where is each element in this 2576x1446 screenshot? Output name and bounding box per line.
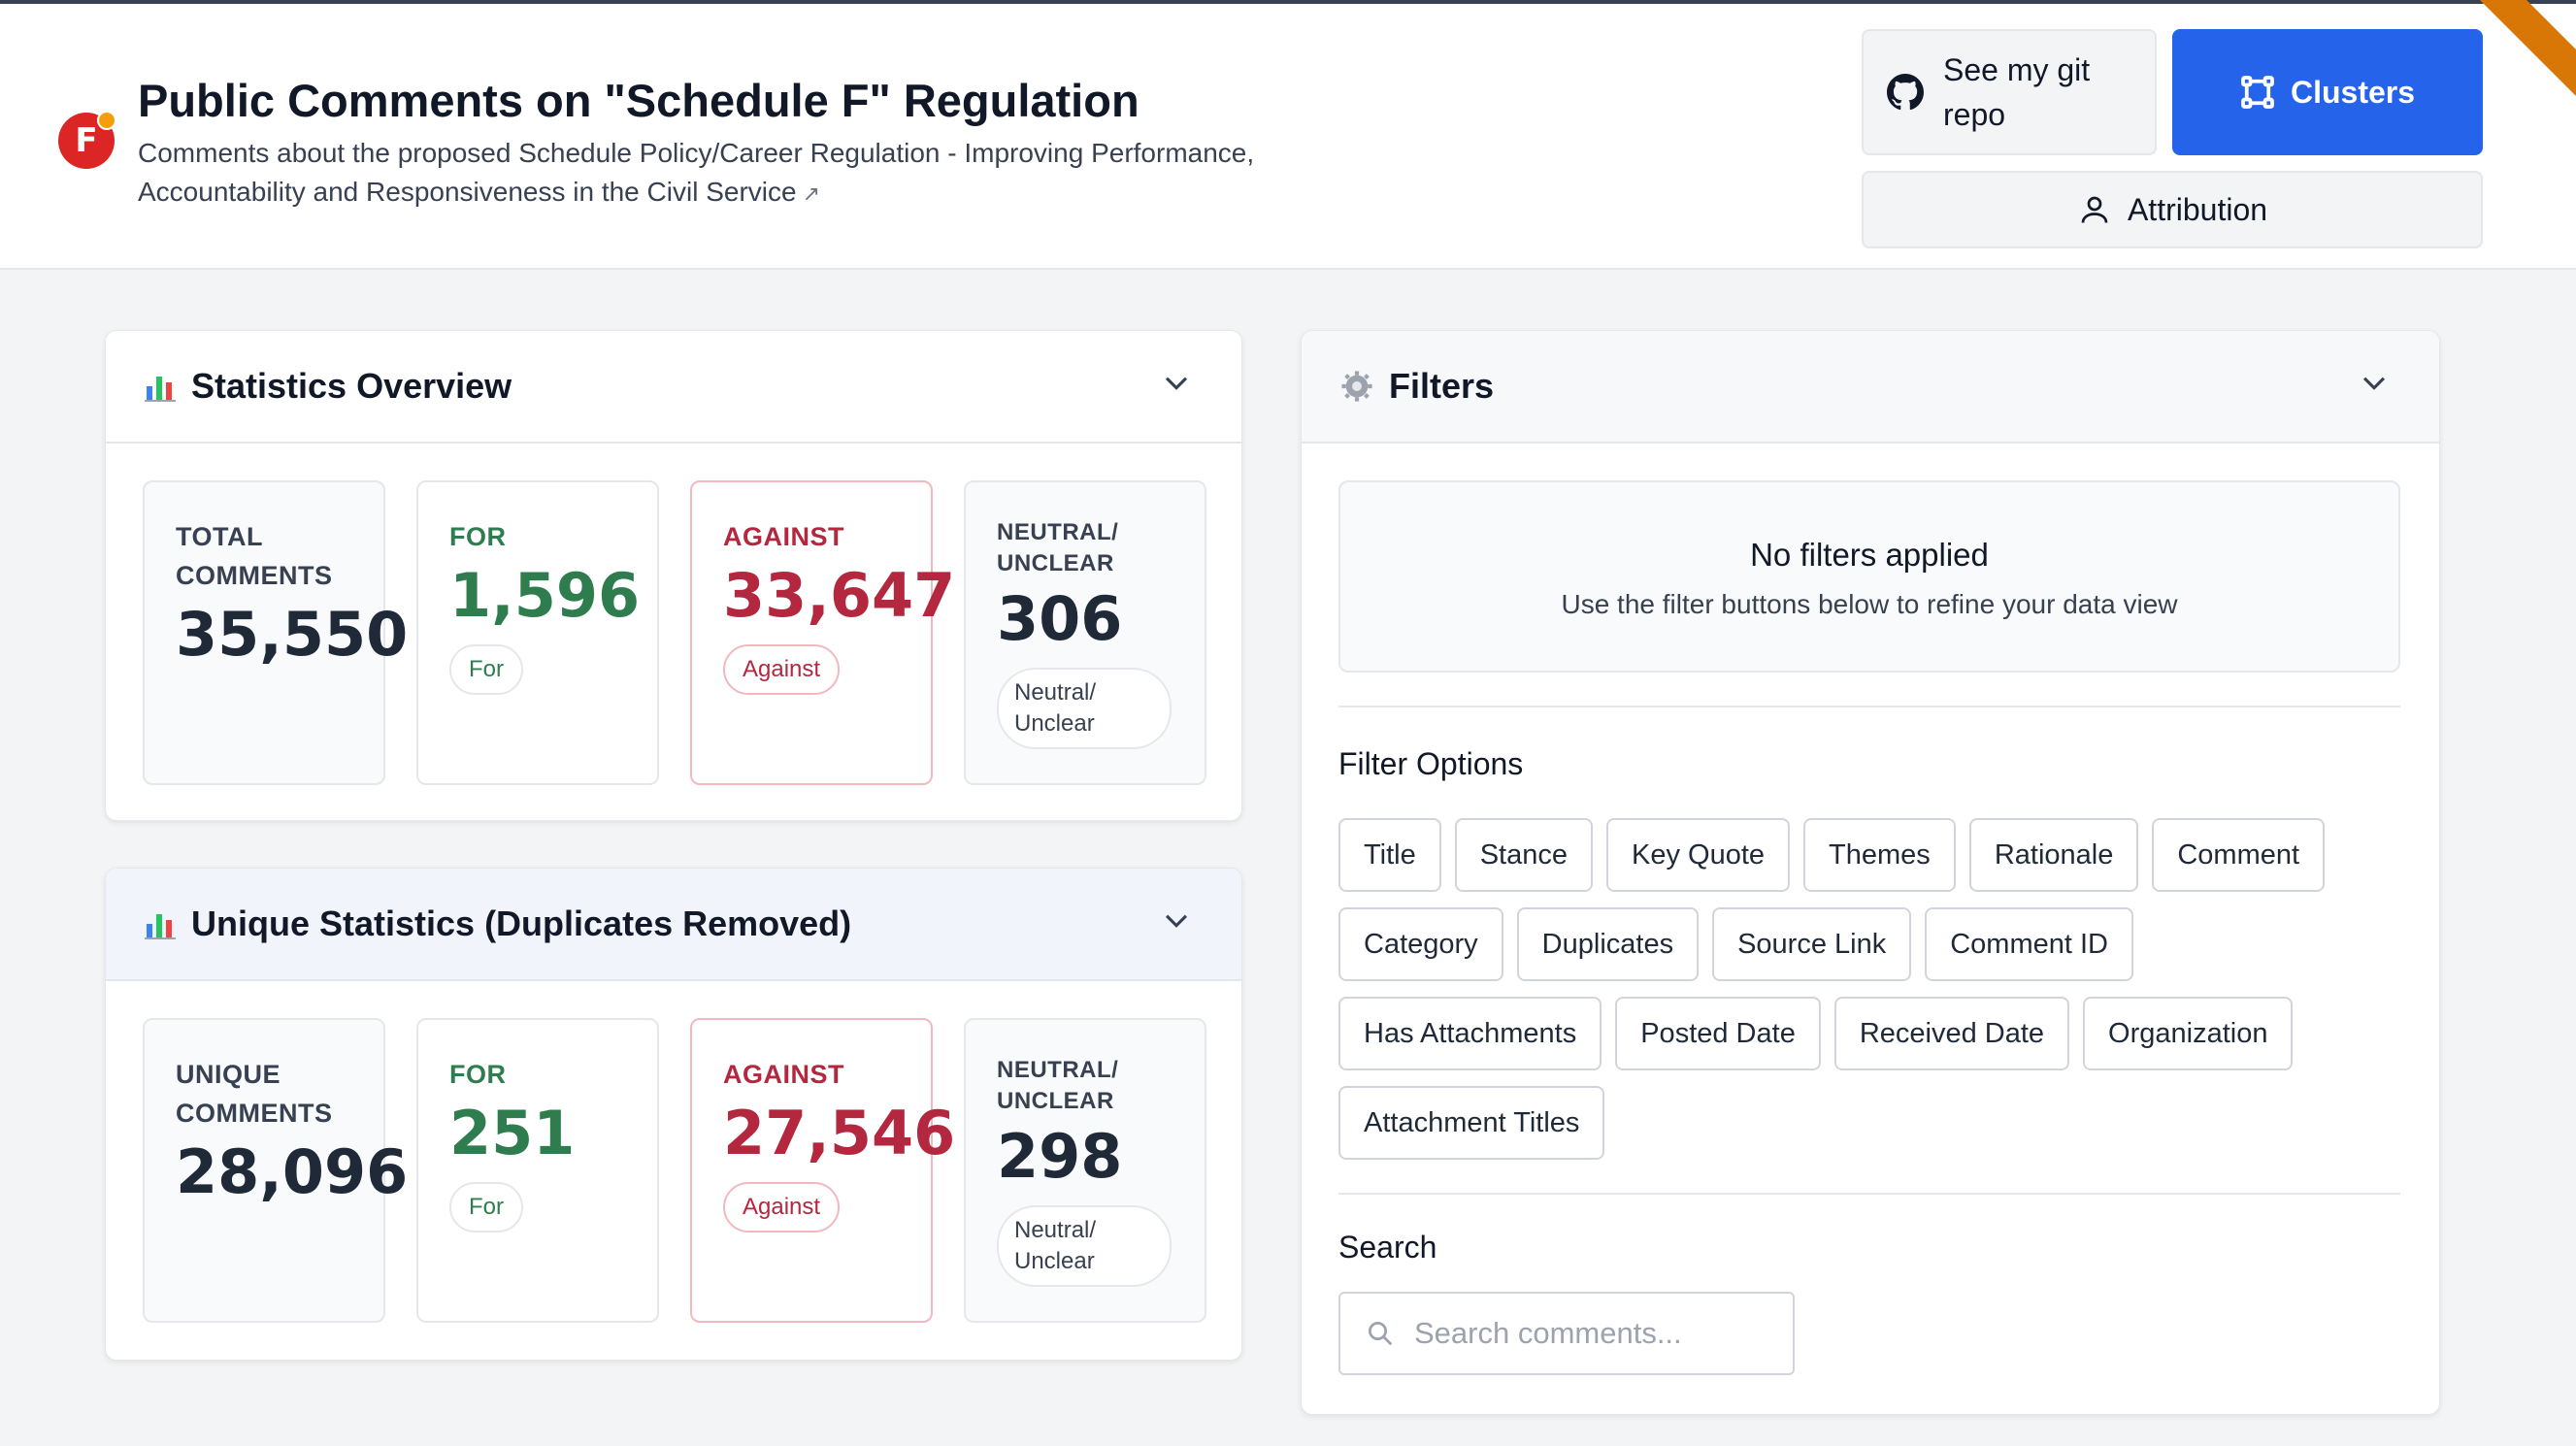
- stat-value: 27,546: [723, 1098, 956, 1168]
- for-stat: FOR 1,596 For: [416, 480, 659, 785]
- stat-label: FOR: [449, 1060, 507, 1089]
- filter-chip-comment-id[interactable]: Comment ID: [1925, 907, 2133, 981]
- unique-statistics-title: Unique Statistics (Duplicates Removed): [191, 904, 852, 943]
- filter-chip-themes[interactable]: Themes: [1803, 818, 1956, 892]
- page-header: F Public Comments on "Schedule F" Regula…: [0, 4, 2576, 270]
- attribution-button-label: Attribution: [2127, 191, 2268, 227]
- against-stat: AGAINST 33,647 Against: [690, 480, 956, 785]
- logo-letter: F: [75, 121, 98, 160]
- filter-chip-source-link[interactable]: Source Link: [1712, 907, 1912, 981]
- corner-ribbon[interactable]: [2469, 0, 2576, 107]
- stat-label: TOTAL COMMENTS: [176, 522, 333, 590]
- against-badge: Against: [723, 1182, 841, 1232]
- filters-title: Filters: [1389, 366, 1495, 406]
- statistics-overview-card: Statistics Overview TOTAL COMMENTS 35,55…: [105, 330, 1242, 821]
- filter-chip-posted-date[interactable]: Posted Date: [1615, 997, 1821, 1070]
- stat-label: AGAINST: [723, 1060, 844, 1089]
- page-subtitle[interactable]: Comments about the proposed Schedule Pol…: [138, 134, 1341, 214]
- git-button-label: See my git repo: [1943, 52, 2091, 132]
- filter-chip-received-date[interactable]: Received Date: [1833, 997, 2070, 1070]
- for-badge: For: [449, 1182, 523, 1232]
- search-icon: [1369, 1322, 1393, 1346]
- filter-chip-comment[interactable]: Comment: [2152, 818, 2326, 892]
- filters-card: Filters No filters applied Use the filte…: [1301, 330, 2440, 1415]
- neutral-badge: Neutral/ Unclear: [997, 1205, 1172, 1287]
- no-filters-heading: No filters applied: [1750, 537, 1989, 573]
- filter-chip-stance[interactable]: Stance: [1454, 818, 1594, 892]
- stat-value: 298: [997, 1121, 1123, 1192]
- divider: [1338, 706, 2400, 707]
- no-filters-text: Use the filter buttons below to refine y…: [1561, 589, 2178, 619]
- against-badge: Against: [723, 644, 841, 695]
- clusters-icon: [2241, 76, 2274, 109]
- filter-chip-duplicates[interactable]: Duplicates: [1516, 907, 1700, 981]
- filter-chip-has-attachments[interactable]: Has Attachments: [1338, 997, 1602, 1070]
- filter-options-label: Filter Options: [1338, 746, 1524, 781]
- stat-value: 306: [997, 583, 1123, 654]
- git-repo-button[interactable]: See my git repo: [1862, 29, 2157, 155]
- stat-value: 33,647: [723, 560, 956, 631]
- filter-chip-key-quote[interactable]: Key Quote: [1606, 818, 1791, 892]
- total-comments-stat: TOTAL COMMENTS 35,550: [143, 480, 409, 785]
- no-filters-panel: No filters applied Use the filter button…: [1338, 480, 2400, 673]
- search-label: Search: [1338, 1230, 1437, 1265]
- filter-chip-rationale[interactable]: Rationale: [1968, 818, 2139, 892]
- neutral-badge: Neutral/ Unclear: [997, 668, 1172, 749]
- stat-value: 28,096: [176, 1136, 409, 1207]
- subtitle-link-text[interactable]: Comments about the proposed Schedule Pol…: [138, 138, 1254, 207]
- stat-label: FOR: [449, 522, 507, 551]
- divider: [1338, 1193, 2400, 1195]
- stat-label: UNIQUE COMMENTS: [176, 1060, 333, 1128]
- filter-chip-organization[interactable]: Organization: [2083, 997, 2294, 1070]
- neutral-stat: NEUTRAL/ UNCLEAR 306 Neutral/ Unclear: [964, 480, 1206, 785]
- clusters-button-label: Clusters: [2290, 74, 2416, 110]
- unique-statistics-header[interactable]: Unique Statistics (Duplicates Removed): [106, 869, 1241, 981]
- stat-row: UNIQUE COMMENTS 28,096 FOR 251 For AGAIN…: [143, 1018, 1210, 1323]
- stat-value: 35,550: [176, 599, 409, 670]
- chevron-down-icon[interactable]: [1160, 366, 1193, 399]
- filter-chip-attachment-titles[interactable]: Attachment Titles: [1338, 1086, 1605, 1160]
- gear-icon: [1341, 371, 1372, 402]
- attribution-button[interactable]: Attribution: [1862, 171, 2483, 248]
- for-stat: FOR 251 For: [416, 1018, 659, 1323]
- logo-badge-icon: [97, 111, 116, 130]
- bar-chart-icon: [145, 914, 176, 939]
- stat-value: 1,596: [449, 560, 641, 631]
- for-badge: For: [449, 644, 523, 695]
- external-link-icon: ↗: [802, 181, 820, 206]
- app-logo: F: [58, 111, 116, 169]
- chevron-down-icon[interactable]: [1160, 904, 1193, 937]
- stat-row: TOTAL COMMENTS 35,550 FOR 1,596 For AGAI…: [143, 480, 1210, 785]
- neutral-stat: NEUTRAL/ UNCLEAR 298 Neutral/ Unclear: [964, 1018, 1206, 1323]
- statistics-overview-title: Statistics Overview: [191, 366, 512, 406]
- stat-label: NEUTRAL/ UNCLEAR: [997, 519, 1119, 576]
- filter-options-list: Title Stance Key Quote Themes Rationale Comme…: [1338, 818, 2416, 1175]
- unique-statistics-card: Unique Statistics (Duplicates Removed) U…: [105, 868, 1242, 1361]
- statistics-overview-header[interactable]: Statistics Overview: [106, 331, 1241, 444]
- against-stat: AGAINST 27,546 Against: [690, 1018, 956, 1323]
- stat-label: NEUTRAL/ UNCLEAR: [997, 1057, 1119, 1114]
- bar-chart-icon: [145, 377, 176, 402]
- clusters-button[interactable]: Clusters: [2172, 29, 2483, 155]
- unique-comments-stat: UNIQUE COMMENTS 28,096: [143, 1018, 409, 1323]
- filter-chip-title[interactable]: Title: [1338, 818, 1441, 892]
- chevron-down-icon[interactable]: [2358, 366, 2391, 399]
- stat-label: AGAINST: [723, 522, 844, 551]
- filters-header[interactable]: Filters: [1302, 331, 2439, 444]
- filter-chip-category[interactable]: Category: [1338, 907, 1503, 981]
- stat-value: 251: [449, 1098, 576, 1168]
- page-title: Public Comments on "Schedule F" Regulati…: [138, 75, 1139, 126]
- user-icon: [2081, 196, 2108, 223]
- search-input[interactable]: [1414, 1316, 1783, 1351]
- search-box[interactable]: [1338, 1292, 1795, 1375]
- github-icon: [1887, 74, 1924, 111]
